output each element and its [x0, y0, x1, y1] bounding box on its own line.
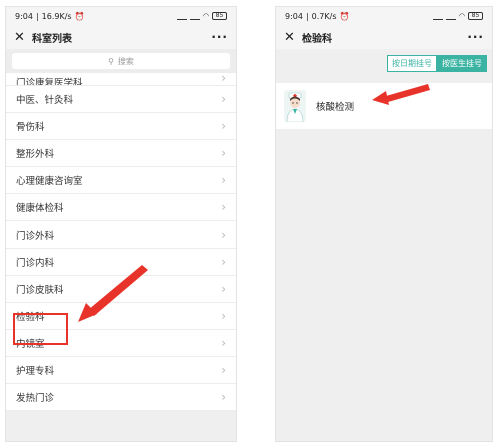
annotation-arrow-right: [372, 84, 430, 105]
